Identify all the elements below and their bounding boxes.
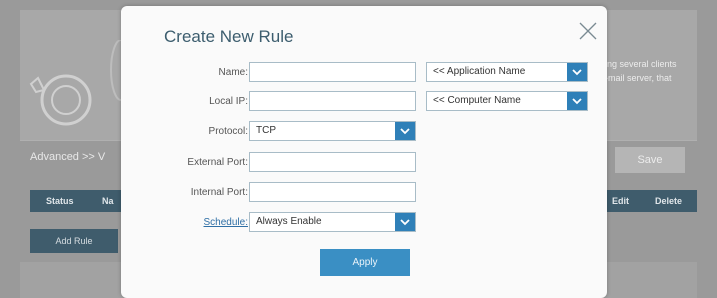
computer-name-dropdown-arrow[interactable] [567,92,587,110]
external-port-label: External Port: [187,157,248,168]
dialog-title: Create New Rule [164,27,294,46]
local-ip-field[interactable] [249,91,416,111]
internal-port-field[interactable] [249,182,416,202]
schedule-select-value: Always Enable [256,216,322,227]
background-illustration [29,40,132,126]
schedule-dropdown-arrow[interactable] [395,213,415,231]
protocol-select[interactable]: TCP [249,121,416,141]
protocol-select-value: TCP [256,125,276,136]
external-port-field[interactable] [249,152,416,172]
protocol-label: Protocol: [208,126,248,137]
save-button[interactable]: Save [615,147,685,173]
schedule-select[interactable]: Always Enable [249,212,416,232]
computer-name-select[interactable]: << Computer Name [426,91,588,111]
chevron-down-icon [572,98,582,105]
table-header-name: Na [102,196,114,206]
protocol-dropdown-arrow[interactable] [395,122,415,140]
name-label: Name: [218,67,248,78]
name-field[interactable] [249,62,416,82]
add-rule-button[interactable]: Add Rule [30,229,118,253]
computer-name-select-value: << Computer Name [433,95,521,106]
background-description: ing several clients -mail server, that [605,57,705,85]
application-name-select[interactable]: << Application Name [426,62,588,82]
chevron-down-icon [400,219,410,226]
table-header-status: Status [46,196,74,206]
schedule-link[interactable]: Schedule: [204,217,248,228]
application-name-dropdown-arrow[interactable] [567,63,587,81]
apply-button[interactable]: Apply [320,249,410,276]
background-description-line: ing several clients [605,59,677,69]
internal-port-label: Internal Port: [190,187,248,198]
breadcrumb: Advanced >> V [30,151,106,163]
local-ip-label: Local IP: [209,96,248,107]
close-icon[interactable] [577,20,599,42]
table-header-edit: Edit [612,196,629,206]
chevron-down-icon [572,69,582,76]
background-description-line: -mail server, that [605,73,672,83]
table-header-delete: Delete [655,196,683,206]
application-name-select-value: << Application Name [433,66,526,77]
schedule-label: Schedule: [121,217,248,228]
create-rule-dialog: Create New Rule Name: << Application Nam… [121,6,607,298]
chevron-down-icon [400,128,410,135]
